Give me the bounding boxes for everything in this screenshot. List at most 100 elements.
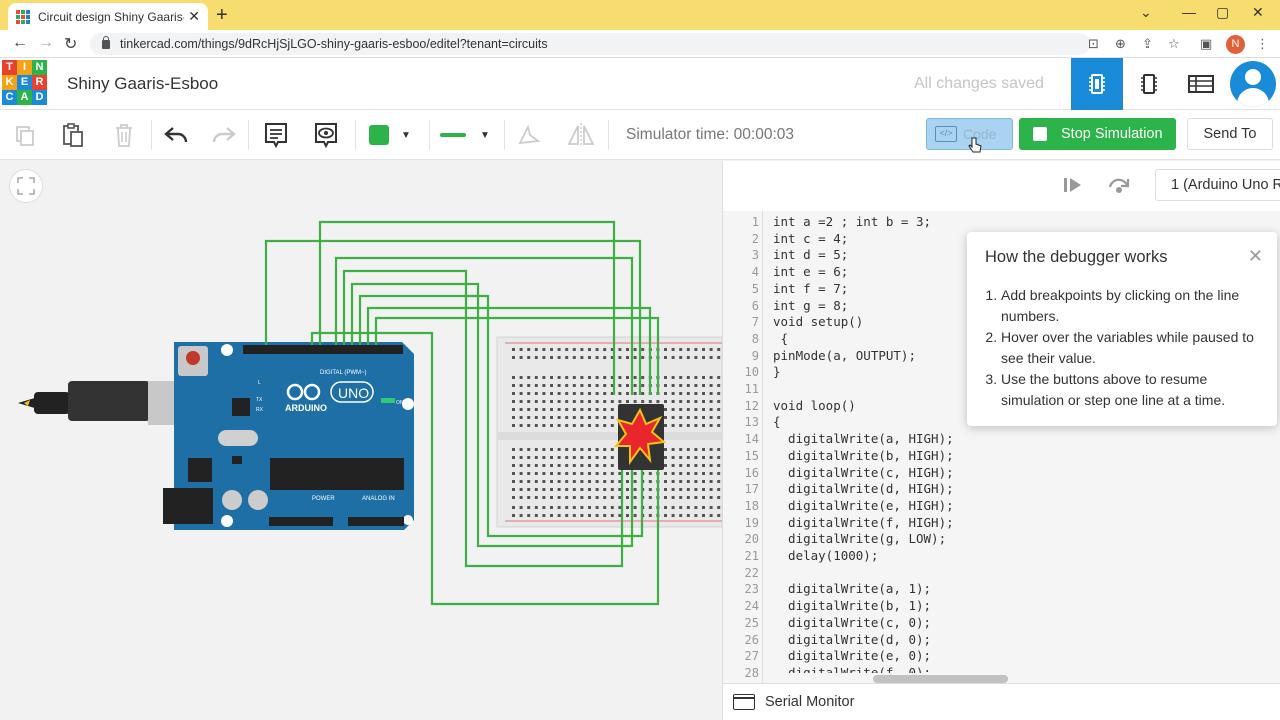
code-line[interactable]: digitalWrite(e, HIGH); [773, 498, 954, 513]
code-line[interactable]: int g = 8; [773, 298, 848, 313]
code-line[interactable]: int a =2 ; int b = 3; [773, 214, 931, 229]
code-line[interactable]: delay(1000); [773, 548, 878, 563]
line-number[interactable]: 11 [745, 382, 759, 396]
close-icon[interactable]: ✕ [1248, 246, 1263, 267]
code-line[interactable]: digitalWrite(a, HIGH); [773, 431, 954, 446]
tinkercad-logo[interactable]: TINKERCAD [2, 60, 47, 105]
browser-tab[interactable]: Circuit design Shiny Gaaris-Esboo ✕ [8, 3, 208, 30]
circuit-workspace[interactable]: ARDUINO UNO DIGITAL (PWM~) POWER ANALOG … [0, 161, 722, 720]
line-number[interactable]: 27 [745, 649, 759, 663]
seven-segment-display[interactable] [613, 404, 667, 470]
wire-style-picker[interactable]: ▼ [436, 118, 498, 152]
line-number[interactable]: 13 [745, 415, 759, 429]
line-number[interactable]: 7 [752, 315, 759, 329]
code-line[interactable]: digitalWrite(e, 0); [773, 648, 931, 663]
code-line[interactable]: digitalWrite(d, 0); [773, 632, 931, 647]
line-number[interactable]: 9 [752, 349, 759, 363]
rotate-button[interactable] [512, 118, 546, 152]
project-name[interactable]: Shiny Gaaris-Esboo [67, 74, 218, 94]
line-number[interactable]: 26 [745, 633, 759, 647]
code-line[interactable]: { [773, 331, 789, 346]
browser-profile-avatar[interactable]: N [1226, 35, 1245, 54]
code-line[interactable]: int c = 4; [773, 231, 848, 246]
stop-simulation-button[interactable]: Stop Simulation [1019, 118, 1176, 150]
tab-close-icon[interactable]: ✕ [188, 8, 200, 25]
line-number[interactable]: 22 [745, 566, 759, 580]
code-view-button[interactable] [1071, 58, 1123, 110]
color-picker[interactable]: ▼ [362, 118, 422, 152]
code-line[interactable]: digitalWrite(b, 1); [773, 598, 931, 613]
code-line[interactable]: int f = 7; [773, 281, 848, 296]
code-line[interactable]: void loop() [773, 398, 856, 413]
user-avatar[interactable] [1230, 61, 1276, 107]
copy-button[interactable] [8, 118, 42, 152]
device-select[interactable]: 1 (Arduino Uno R3) [1155, 169, 1280, 201]
line-number[interactable]: 10 [745, 365, 759, 379]
code-line[interactable]: digitalWrite(c, 0); [773, 615, 931, 630]
code-line[interactable]: pinMode(a, OUTPUT); [773, 348, 916, 363]
line-number[interactable]: 18 [745, 499, 759, 513]
serial-monitor-button[interactable]: Serial Monitor [723, 683, 1280, 720]
back-arrow-icon[interactable]: ← [12, 34, 28, 52]
code-line[interactable]: } [773, 364, 781, 379]
notes-visibility-button[interactable] [309, 118, 343, 152]
url-input[interactable]: tinkercad.com/things/9dRcHjSjLGO-shiny-g… [90, 33, 1090, 55]
delete-button[interactable] [107, 118, 141, 152]
resume-icon[interactable] [1063, 176, 1083, 199]
line-number[interactable]: 5 [752, 282, 759, 296]
circuit-canvas[interactable]: ARDUINO UNO DIGITAL (PWM~) POWER ANALOG … [0, 161, 722, 720]
forward-arrow-icon[interactable]: → [38, 34, 54, 52]
line-number[interactable]: 6 [752, 299, 759, 313]
notes-button[interactable] [259, 118, 293, 152]
code-line[interactable]: digitalWrite(f, HIGH); [773, 515, 954, 530]
component-list-button[interactable] [1175, 58, 1227, 110]
code-line[interactable]: { [773, 414, 781, 429]
scrollbar-thumb[interactable] [873, 675, 1008, 683]
arduino-uno-board[interactable]: ARDUINO UNO DIGITAL (PWM~) POWER ANALOG … [163, 342, 414, 530]
send-to-button[interactable]: Send To [1187, 118, 1273, 150]
line-number[interactable]: 19 [745, 516, 759, 530]
redo-button[interactable] [207, 118, 241, 152]
line-number[interactable]: 8 [752, 332, 759, 346]
code-line[interactable]: int e = 6; [773, 264, 848, 279]
horizontal-scrollbar[interactable] [763, 673, 1280, 683]
new-tab-button[interactable]: + [216, 4, 228, 27]
code-line[interactable]: int d = 5; [773, 247, 848, 262]
line-number[interactable]: 25 [745, 616, 759, 630]
line-number[interactable]: 23 [745, 582, 759, 596]
reload-icon[interactable]: ↻ [64, 34, 77, 54]
line-number[interactable]: 16 [745, 466, 759, 480]
minimize-icon[interactable]: — [1182, 4, 1196, 20]
line-number[interactable]: 20 [745, 532, 759, 546]
flip-button[interactable] [564, 118, 598, 152]
code-line[interactable]: void setup() [773, 314, 863, 329]
line-number[interactable]: 17 [745, 482, 759, 496]
line-number[interactable]: 21 [745, 549, 759, 563]
chevron-down-icon[interactable]: ⌄ [1140, 4, 1152, 21]
maximize-icon[interactable]: ▢ [1216, 4, 1229, 21]
zoom-icon[interactable]: ⊕ [1115, 36, 1126, 52]
side-panel-icon[interactable]: ▣ [1200, 36, 1212, 52]
browser-menu-icon[interactable]: ⋮ [1256, 36, 1269, 52]
line-number[interactable]: 2 [752, 232, 759, 246]
line-number[interactable]: 12 [745, 399, 759, 413]
code-line[interactable]: digitalWrite(b, HIGH); [773, 448, 954, 463]
line-number[interactable]: 1 [752, 215, 759, 229]
install-app-icon[interactable]: ⊡ [1088, 36, 1099, 52]
undo-button[interactable] [159, 118, 193, 152]
line-number[interactable]: 28 [745, 666, 759, 680]
breadboard[interactable] [496, 336, 722, 528]
line-number[interactable]: 15 [745, 449, 759, 463]
line-number[interactable]: 24 [745, 599, 759, 613]
code-line[interactable]: digitalWrite(d, HIGH); [773, 481, 954, 496]
line-number-gutter[interactable]: 1 2 3 4 5 6 7 8 9 10 11 12 13 14 15 16 17 18 19 20 21 22 23 24 2… [723, 211, 763, 683]
paste-button[interactable] [56, 118, 90, 152]
window-close-icon[interactable]: ✕ [1252, 4, 1264, 21]
code-line[interactable]: digitalWrite(c, HIGH); [773, 465, 954, 480]
code-line[interactable]: digitalWrite(a, 1); [773, 581, 931, 596]
code-line[interactable]: digitalWrite(g, LOW); [773, 531, 946, 546]
line-number[interactable]: 3 [752, 248, 759, 262]
bookmark-star-icon[interactable]: ☆ [1168, 36, 1180, 52]
line-number[interactable]: 14 [745, 432, 759, 446]
line-number[interactable]: 4 [752, 265, 759, 279]
